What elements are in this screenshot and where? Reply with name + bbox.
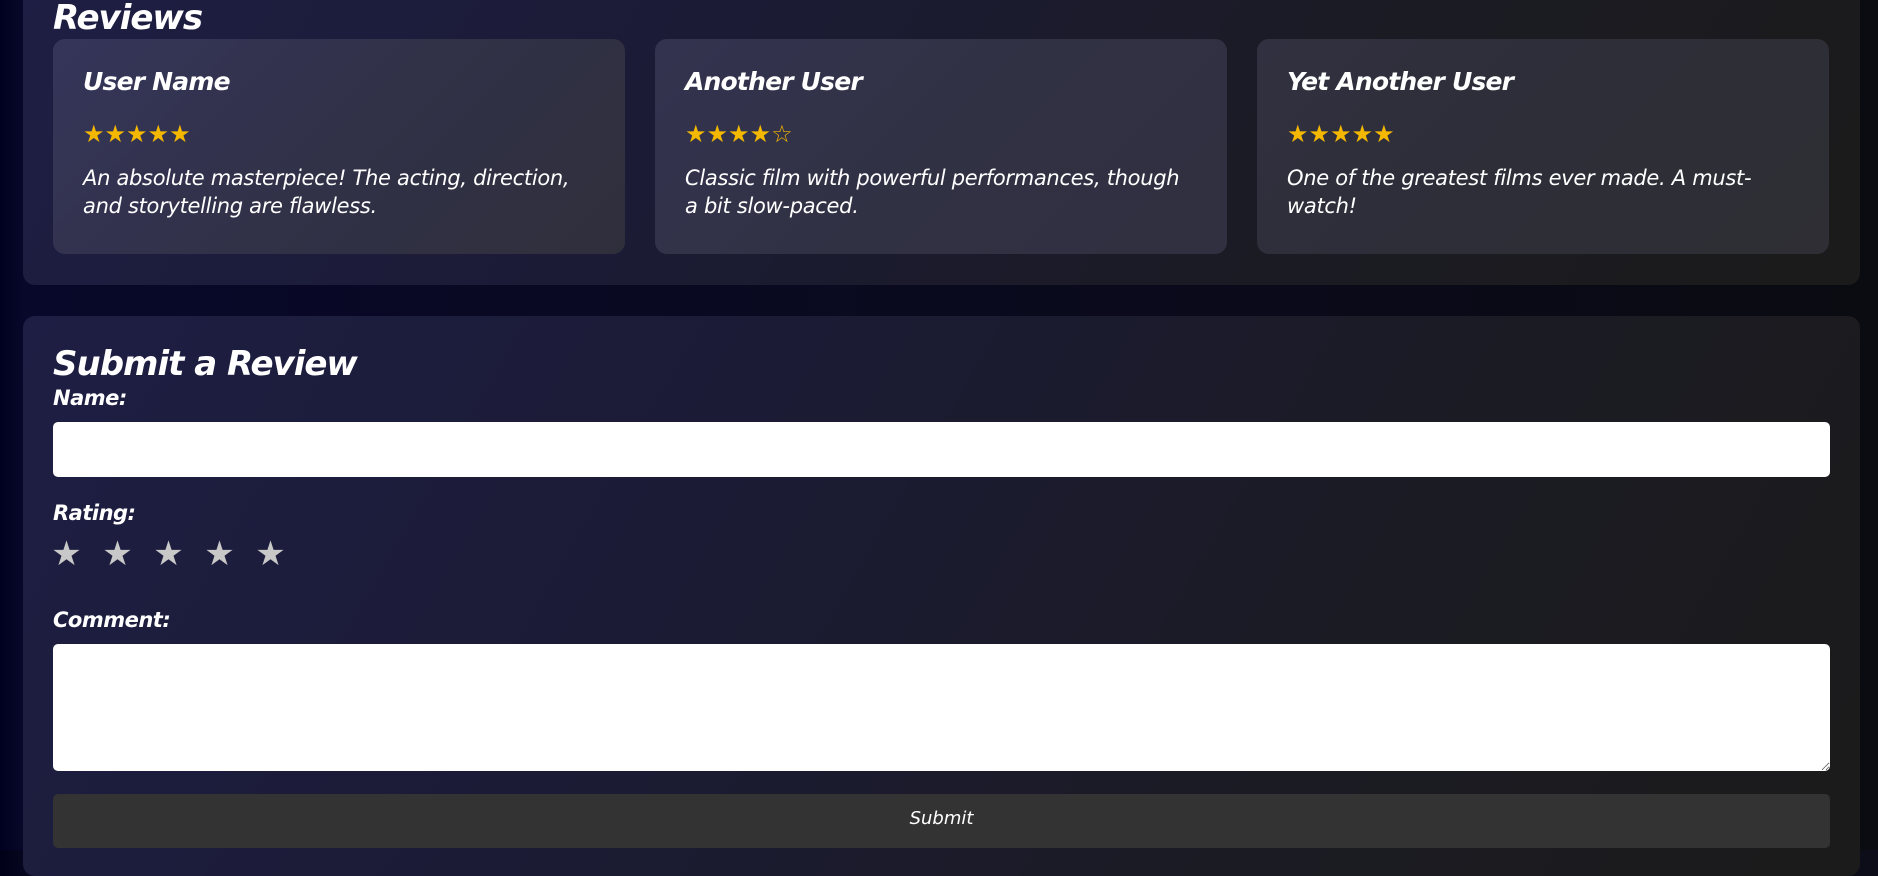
- review-star-rating: ★★★★☆: [685, 120, 793, 148]
- review-card: Yet Another User ★★★★★ One of the greate…: [1257, 39, 1829, 254]
- name-input[interactable]: [53, 422, 1830, 477]
- rating-star-1-icon[interactable]: ★: [51, 534, 82, 574]
- review-star-rating: ★★★★★: [83, 120, 191, 148]
- submit-button[interactable]: Submit: [53, 794, 1830, 848]
- reviewer-name: Yet Another User: [1287, 67, 1514, 96]
- review-text: Classic film with powerful performances,…: [685, 166, 1180, 218]
- reviews-title: Reviews: [53, 0, 203, 38]
- rating-star-5-icon[interactable]: ★: [255, 534, 286, 574]
- reviewer-name: Another User: [685, 67, 863, 96]
- reviews-section: Reviews User Name ★★★★★ An absolute mast…: [23, 0, 1860, 285]
- rating-label: Rating:: [53, 501, 136, 525]
- submit-review-title: Submit a Review: [53, 344, 358, 384]
- review-text: An absolute masterpiece! The acting, dir…: [83, 166, 570, 218]
- reviewer-name: User Name: [83, 67, 231, 96]
- submit-review-section: Submit a Review Name: Rating: ★ ★ ★ ★ ★ …: [23, 316, 1860, 876]
- rating-star-3-icon[interactable]: ★: [153, 534, 184, 574]
- comment-textarea[interactable]: [53, 644, 1830, 771]
- review-card: User Name ★★★★★ An absolute masterpiece!…: [53, 39, 625, 254]
- review-text: One of the greatest films ever made. A m…: [1287, 166, 1752, 218]
- name-label: Name:: [53, 386, 127, 410]
- review-star-rating: ★★★★★: [1287, 120, 1395, 148]
- review-card: Another User ★★★★☆ Classic film with pow…: [655, 39, 1227, 254]
- rating-star-selector: ★ ★ ★ ★ ★: [51, 534, 286, 574]
- rating-star-4-icon[interactable]: ★: [204, 534, 235, 574]
- comment-label: Comment:: [53, 608, 171, 632]
- rating-star-2-icon[interactable]: ★: [102, 534, 133, 574]
